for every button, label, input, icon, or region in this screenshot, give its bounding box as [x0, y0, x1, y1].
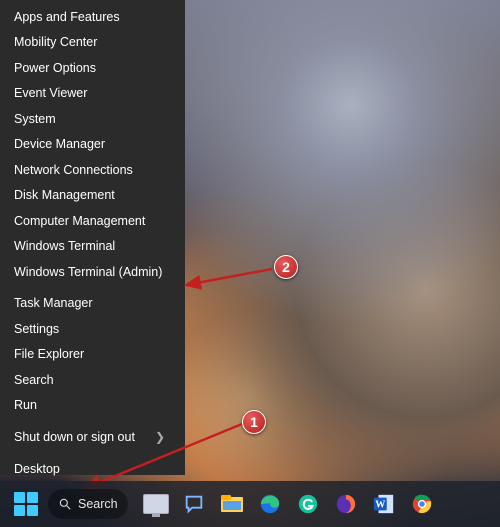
edge-icon[interactable]: [254, 488, 286, 520]
winx-context-menu: Apps and Features Mobility Center Power …: [0, 0, 185, 475]
start-icon[interactable]: [10, 488, 42, 520]
menu-item-apps-and-features[interactable]: Apps and Features: [0, 4, 185, 30]
svg-text:W: W: [375, 500, 385, 511]
menu-item-power-options[interactable]: Power Options: [0, 55, 185, 81]
menu-item-search[interactable]: Search: [0, 367, 185, 393]
menu-item-file-explorer[interactable]: File Explorer: [0, 342, 185, 368]
menu-item-shutdown-submenu[interactable]: Shut down or sign out ❯: [0, 424, 185, 450]
firefox-icon[interactable]: [330, 488, 362, 520]
menu-item-label: Shut down or sign out: [14, 430, 135, 444]
menu-item-network-connections[interactable]: Network Connections: [0, 157, 185, 183]
menu-item-desktop[interactable]: Desktop: [0, 456, 185, 482]
menu-item-event-viewer[interactable]: Event Viewer: [0, 81, 185, 107]
menu-item-disk-management[interactable]: Disk Management: [0, 183, 185, 209]
search-icon: [58, 497, 72, 511]
search-label: Search: [78, 497, 118, 511]
search-pill[interactable]: Search: [48, 489, 128, 519]
menu-item-system[interactable]: System: [0, 106, 185, 132]
chrome-icon[interactable]: [406, 488, 438, 520]
menu-item-windows-terminal-admin[interactable]: Windows Terminal (Admin): [0, 259, 185, 285]
taskview-icon[interactable]: [140, 488, 172, 520]
menu-item-windows-terminal[interactable]: Windows Terminal: [0, 234, 185, 260]
file-explorer-icon[interactable]: [216, 488, 248, 520]
menu-item-task-manager[interactable]: Task Manager: [0, 291, 185, 317]
annotation-badge-1: 1: [242, 410, 266, 434]
menu-item-device-manager[interactable]: Device Manager: [0, 132, 185, 158]
menu-item-mobility-center[interactable]: Mobility Center: [0, 30, 185, 56]
menu-item-run[interactable]: Run: [0, 393, 185, 419]
grammarly-icon[interactable]: [292, 488, 324, 520]
word-icon[interactable]: W: [368, 488, 400, 520]
menu-item-settings[interactable]: Settings: [0, 316, 185, 342]
desktop-viewport: Apps and Features Mobility Center Power …: [0, 0, 500, 527]
annotation-badge-2: 2: [274, 255, 298, 279]
annotation-arrow-2: [180, 265, 280, 295]
chat-icon[interactable]: [178, 488, 210, 520]
chevron-right-icon: ❯: [155, 430, 165, 444]
taskbar: Search W: [0, 481, 500, 527]
menu-item-computer-management[interactable]: Computer Management: [0, 208, 185, 234]
